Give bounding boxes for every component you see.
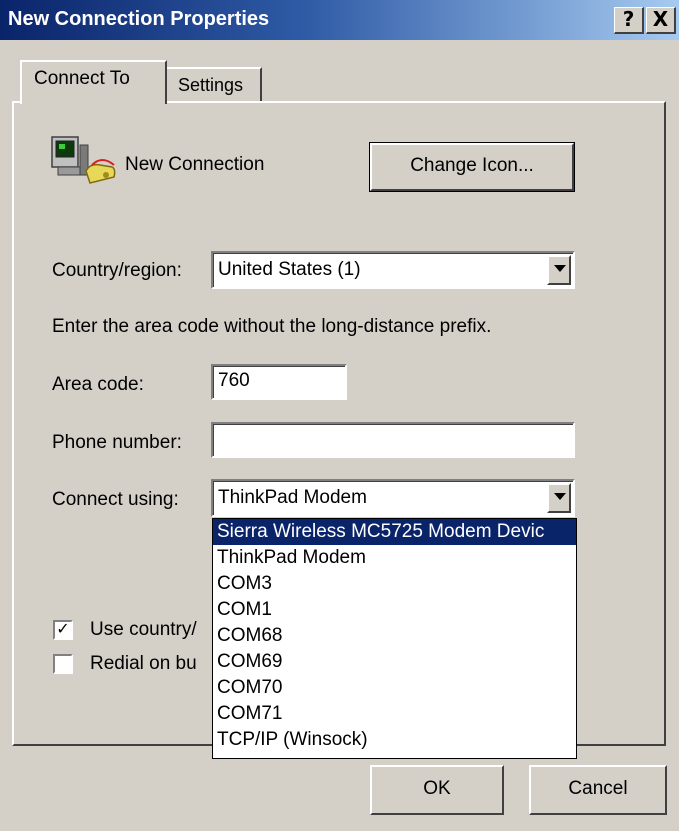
option-tcpip-winsock[interactable]: TCP/IP (Winsock) [213, 727, 576, 753]
tab-connect-to-label: Connect To [34, 68, 130, 89]
connection-name: New Connection [125, 154, 265, 175]
option-com68[interactable]: COM68 [213, 623, 576, 649]
ok-button[interactable]: OK [370, 765, 504, 815]
option-thinkpad-modem[interactable]: ThinkPad Modem [213, 545, 576, 571]
phone-number-label: Phone number: [52, 432, 182, 453]
country-value: United States (1) [218, 259, 361, 280]
option-com70[interactable]: COM70 [213, 675, 576, 701]
ok-label: OK [423, 778, 451, 799]
country-dropdown-arrow-icon[interactable] [547, 255, 571, 285]
tab-settings[interactable]: Settings [164, 67, 262, 102]
connect-using-value: ThinkPad Modem [218, 487, 367, 508]
window-title: New Connection Properties [8, 8, 270, 30]
redial-label: Redial on bu [90, 653, 197, 674]
tab-settings-label: Settings [178, 75, 244, 95]
help-button[interactable]: ? [614, 7, 644, 34]
connect-using-options-list[interactable]: Sierra Wireless MC5725 Modem Devic Think… [212, 518, 577, 759]
use-country-label: Use country/ [90, 619, 197, 640]
instruction-text: Enter the area code without the long-dis… [52, 316, 492, 337]
change-icon-button[interactable]: Change Icon... [369, 142, 575, 192]
area-code-value: 760 [218, 370, 250, 391]
option-com1[interactable]: COM1 [213, 597, 576, 623]
phone-number-input[interactable] [211, 422, 575, 458]
phone-computer-icon [51, 136, 116, 184]
tab-connect-to[interactable]: Connect To [20, 60, 167, 104]
country-dropdown[interactable]: United States (1) [211, 251, 575, 289]
title-bar[interactable]: New Connection Properties ? X [0, 0, 679, 40]
dialog-window: New Connection Properties ? X Connect To… [0, 0, 679, 831]
option-com71[interactable]: COM71 [213, 701, 576, 727]
country-label: Country/region: [52, 260, 182, 281]
close-button[interactable]: X [646, 7, 676, 34]
connect-using-dropdown[interactable]: ThinkPad Modem [211, 479, 575, 517]
cancel-button[interactable]: Cancel [529, 765, 667, 815]
connect-using-dropdown-arrow-icon[interactable] [547, 483, 571, 513]
option-com69[interactable]: COM69 [213, 649, 576, 675]
change-icon-label: Change Icon... [410, 155, 534, 176]
option-sierra-wireless[interactable]: Sierra Wireless MC5725 Modem Devic [213, 519, 576, 545]
redial-checkbox[interactable] [53, 654, 73, 674]
option-com3[interactable]: COM3 [213, 571, 576, 597]
area-code-label: Area code: [52, 374, 144, 395]
cancel-label: Cancel [568, 778, 628, 799]
use-country-checkbox[interactable]: ✓ [53, 620, 73, 640]
area-code-input[interactable]: 760 [211, 364, 347, 400]
connect-using-label: Connect using: [52, 489, 179, 510]
